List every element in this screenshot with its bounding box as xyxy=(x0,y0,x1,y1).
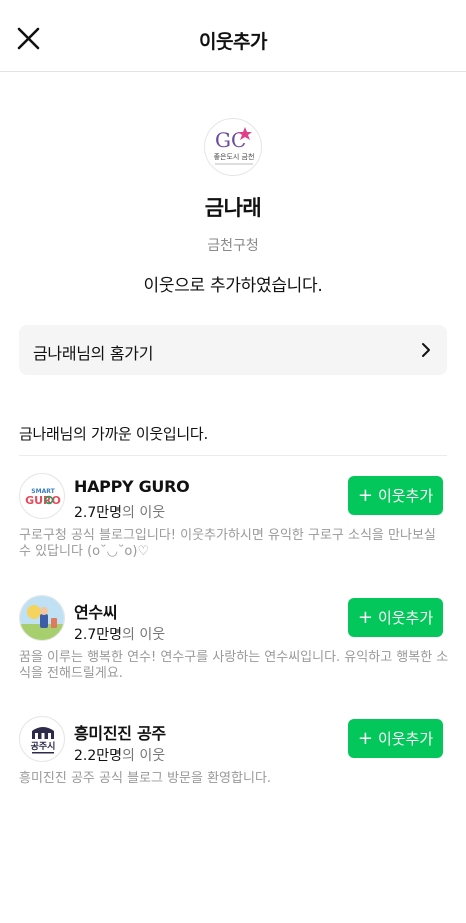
profile-section: GC 좋은도시 금천 금나래 금천구청 이웃으로 추가하였습니다. xyxy=(0,118,466,296)
plus-icon: + xyxy=(357,484,373,506)
page-title: 이웃추가 xyxy=(199,31,267,53)
plus-icon: + xyxy=(357,606,373,628)
neighbor-count: 2.7만명의 이웃 xyxy=(74,505,166,521)
plus-icon: + xyxy=(357,727,373,749)
profile-avatar[interactable]: GC 좋은도시 금천 xyxy=(204,118,262,176)
divider xyxy=(19,455,447,456)
added-message: 이웃으로 추가하였습니다. xyxy=(143,276,323,296)
neighbor-name[interactable]: HAPPY GURO xyxy=(74,477,190,496)
section-title: 금나래님의 가까운 이웃입니다. xyxy=(19,425,208,443)
logo-text: GC xyxy=(215,128,246,152)
neighbor-name[interactable]: 연수씨 xyxy=(74,599,118,623)
neighbor-count: 2.7만명의 이웃 xyxy=(74,627,166,643)
neighbor-description: 구로구청 공식 블로그입니다! 이웃추가하시면 유익한 구로구 소식을 만나보실… xyxy=(19,528,436,559)
logo-caption: 좋은도시 금천 xyxy=(214,152,255,161)
neighbor-avatar-gongju[interactable]: 공주시 xyxy=(19,716,65,762)
header: 이웃추가 xyxy=(0,0,466,72)
neighbor-description: 꿈을 이루는 행복한 연수! 연수구를 사랑하는 연수씨입니다. 유익하고 행복… xyxy=(19,650,449,681)
add-neighbor-button[interactable]: + 이웃추가 xyxy=(348,719,443,758)
neighbor-description: 흥미진진 공주 공식 블로그 방문을 환영합니다. xyxy=(19,771,272,786)
avatar-label-main: GURO xyxy=(25,494,61,507)
neighbor-avatar-happy-guro[interactable]: SMART GURO xyxy=(19,473,65,519)
neighbor-count: 2.2만명의 이웃 xyxy=(74,748,166,764)
chevron-right-icon xyxy=(422,343,430,357)
home-link-button[interactable]: 금나래님의 홈가기 xyxy=(19,325,447,375)
profile-name: 금나래 xyxy=(204,196,262,220)
home-link-label: 금나래님의 홈가기 xyxy=(33,344,154,363)
add-neighbor-button[interactable]: + 이웃추가 xyxy=(348,598,443,637)
profile-subtitle: 금천구청 xyxy=(207,238,259,254)
add-neighbor-button[interactable]: + 이웃추가 xyxy=(348,476,443,515)
geumcheon-logo: GC 좋은도시 금천 xyxy=(214,127,255,165)
neighbor-avatar-yeonsu[interactable] xyxy=(19,595,65,641)
avatar-label-main: 공주시 xyxy=(31,741,56,752)
neighbor-name[interactable]: 흥미진진 공주 xyxy=(74,720,166,744)
